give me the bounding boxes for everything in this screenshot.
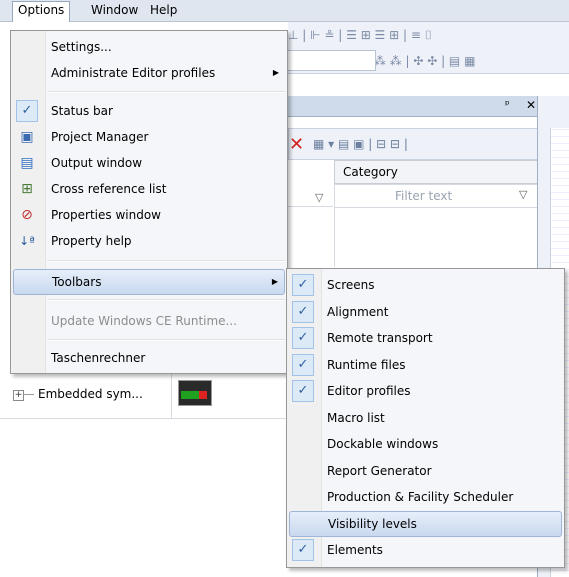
grid-filter-row[interactable]: Filter text ▽ [334, 184, 538, 208]
project-manager-icon: ▣ [20, 129, 34, 145]
tree-line [24, 394, 34, 395]
menu-item-label: Production & Facility Scheduler [327, 490, 514, 504]
menu-item-property-help[interactable]: ↓ª Property help [13, 228, 285, 254]
menu-item-label: Alignment [327, 304, 389, 319]
align-bottom-icon[interactable]: ⊥ | ⊩ ≗ | ☰ ⊞ ☰ ⊞ | ≡ ⌷ [288, 28, 432, 43]
menu-item-label: Project Manager [51, 130, 149, 144]
menu-item-label: Screens [327, 278, 375, 292]
tree-item-embedded-symbols[interactable]: Embedded sym... [38, 384, 143, 404]
menu-options[interactable]: Options [12, 1, 71, 22]
menu-item-toolbars[interactable]: Toolbars ▶ [13, 269, 285, 295]
toolbar-item-production-facility-scheduler[interactable]: Production & Facility Scheduler [289, 484, 562, 510]
checkmark-icon: ✓ [292, 274, 314, 296]
menu-item-update-ce-runtime[interactable]: Update Windows CE Runtime... [13, 308, 285, 334]
property-help-icon: ↓ª [19, 234, 35, 248]
grid-header-category[interactable]: Category [334, 160, 538, 184]
menu-window[interactable]: Window [86, 2, 143, 19]
grid-header-label: Category [343, 165, 398, 179]
toolbar-item-elements[interactable]: ✓ Elements [289, 537, 562, 563]
checkmark-icon: ✓ [16, 100, 38, 122]
panel-tool-icons[interactable]: ▦ ▾ ▤ ▣ | ⊟ ⊟ | [313, 137, 408, 151]
toolbar-item-report-generator[interactable]: Report Generator [289, 458, 562, 484]
menu-item-editor-profiles[interactable]: Administrate Editor profiles ▶ [13, 60, 285, 86]
toolbars-submenu: ✓ Screens ✓ Alignment ✓ Remote transport ✓ Runt… [286, 268, 565, 568]
checkmark-icon: ✓ [292, 380, 314, 402]
checkmark-icon: ✓ [292, 353, 314, 376]
menu-separator [47, 91, 285, 93]
menu-item-label: Macro list [327, 410, 385, 425]
output-window-icon: ▤ [20, 155, 34, 171]
menu-help[interactable]: Help [145, 2, 182, 19]
delete-icon[interactable]: ✕ [289, 134, 304, 155]
toolbar-item-remote-transport[interactable]: ✓ Remote transport [289, 325, 562, 351]
menu-item-label: Remote transport [327, 331, 433, 345]
filter-icon[interactable]: ▽ [315, 191, 323, 204]
menu-item-label: Administrate Editor profiles [51, 66, 216, 80]
toolbar-item-runtime-files[interactable]: ✓ Runtime files [289, 352, 562, 378]
checkmark-icon: ✓ [292, 539, 314, 561]
checkmark-icon: ✓ [292, 300, 314, 323]
toolbar-item-alignment[interactable]: ✓ Alignment [289, 299, 562, 325]
menu-item-settings[interactable]: Settings... [13, 34, 285, 60]
menu-item-label: Elements [327, 543, 383, 557]
thumbnail-led [199, 391, 207, 399]
toolbar-item-macro-list[interactable]: Macro list [289, 405, 562, 431]
grid-body [334, 207, 537, 267]
grid-left-column [288, 160, 333, 207]
main-toolbar-row-1: ⊥ | ⊩ ≗ | ☰ ⊞ ☰ ⊞ | ≡ ⌷ [288, 22, 569, 49]
menu-item-label: Report Generator [327, 463, 432, 478]
submenu-arrow-icon: ▶ [272, 68, 279, 77]
menu-item-status-bar[interactable]: ✓ Status bar [13, 98, 285, 124]
toolbar-item-visibility-levels[interactable]: Visibility levels [289, 510, 562, 537]
menu-item-output-window[interactable]: ▤ Output window [13, 150, 285, 176]
menu-item-label: Runtime files [327, 357, 406, 372]
toolbar-tools-icon[interactable]: ▾ ⁂ ⁂ | ✣ ✣ | ▤ ▦ [364, 54, 475, 68]
menu-item-label: Status bar [51, 104, 113, 118]
menu-item-label: Properties window [51, 208, 161, 222]
menu-item-label: Editor profiles [327, 384, 411, 398]
menu-item-taschenrechner[interactable]: Taschenrechner [13, 345, 285, 371]
submenu-arrow-icon: ▶ [271, 277, 278, 286]
toolbar-item-dockable-windows[interactable]: Dockable windows [289, 431, 562, 457]
panel-caption-bar: ᵖ ✕ [288, 96, 545, 117]
menubar: Options Window Help [0, 0, 569, 22]
menu-item-label: Toolbars [52, 275, 102, 289]
menu-item-label: Visibility levels [328, 516, 417, 531]
menu-item-label: Settings... [51, 40, 112, 54]
menu-separator [47, 339, 285, 341]
filter-icon[interactable]: ▽ [519, 188, 527, 201]
menu-item-label: Cross reference list [51, 182, 167, 196]
properties-window-icon: ⊘ [21, 207, 33, 223]
toolbar-item-screens[interactable]: ✓ Screens [289, 272, 562, 298]
toolbar-item-editor-profiles[interactable]: ✓ Editor profiles [289, 378, 562, 404]
menu-item-label: Taschenrechner [51, 351, 146, 365]
filter-text-placeholder: Filter text [395, 189, 453, 203]
menu-item-cross-reference[interactable]: ⊞ Cross reference list [13, 176, 285, 202]
options-menu: Settings... Administrate Editor profiles… [10, 30, 288, 374]
menu-item-properties-window[interactable]: ⊘ Properties window [13, 202, 285, 228]
menu-separator [47, 260, 285, 262]
expand-icon[interactable]: + [13, 390, 24, 401]
close-icon[interactable]: ✕ [526, 98, 536, 112]
pin-icon[interactable]: ᵖ [505, 98, 510, 111]
checkmark-icon: ✓ [292, 327, 314, 349]
cross-reference-icon: ⊞ [21, 181, 33, 197]
menu-item-project-manager[interactable]: ▣ Project Manager [13, 124, 285, 150]
divider [0, 418, 288, 419]
menu-item-label: Output window [51, 156, 143, 170]
menu-item-label: Update Windows CE Runtime... [51, 314, 237, 328]
menu-item-label: Property help [51, 234, 132, 248]
symbol-thumbnail [178, 380, 212, 406]
panel-toolbar: ✕ ▦ ▾ ▤ ▣ | ⊟ ⊟ | [288, 128, 538, 160]
menu-separator [47, 299, 285, 301]
menu-item-label: Dockable windows [327, 437, 439, 451]
